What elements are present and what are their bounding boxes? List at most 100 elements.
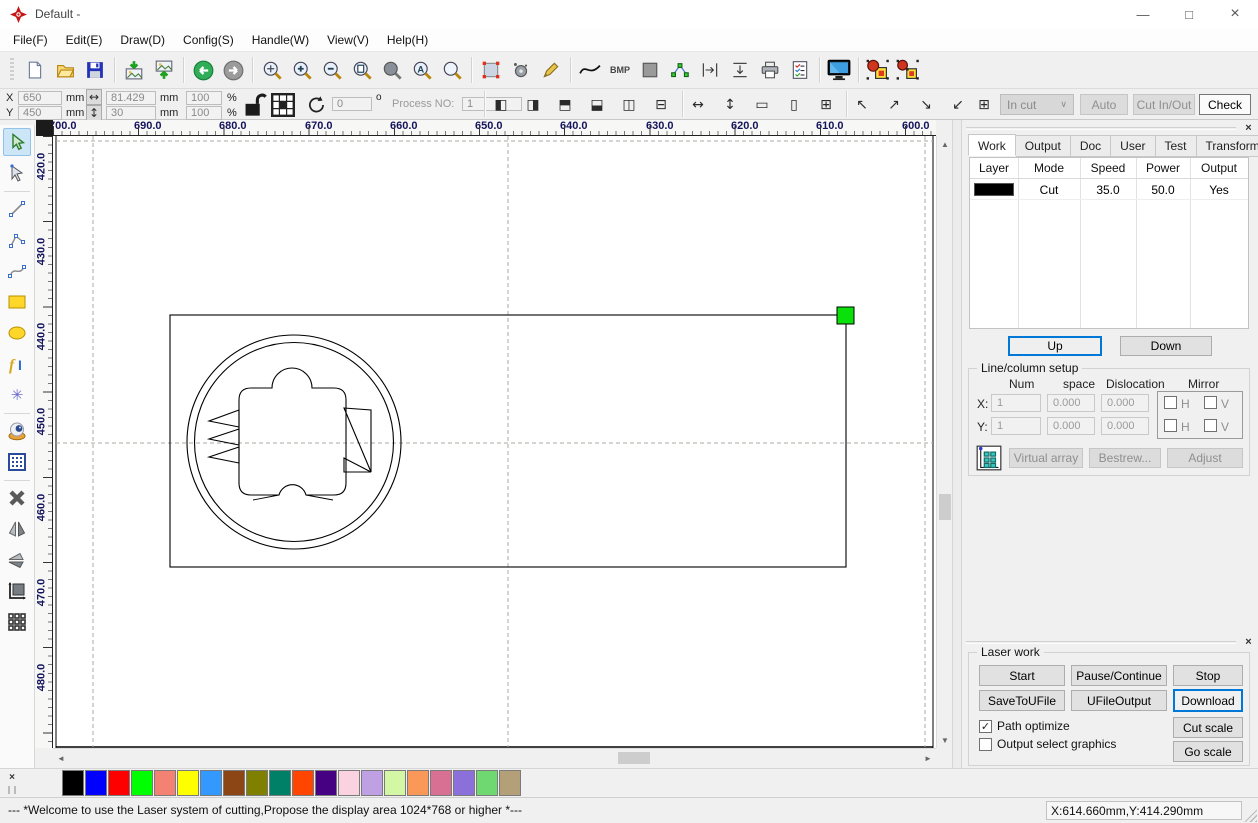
bmp-tool-button[interactable]: BMP — [605, 56, 635, 84]
swatch-black[interactable] — [62, 770, 84, 796]
swatch-red[interactable] — [108, 770, 130, 796]
tab-test[interactable]: Test — [1156, 135, 1197, 157]
array-y-num-field[interactable]: 1 — [991, 417, 1041, 435]
mirror-xh-checkbox[interactable] — [1164, 396, 1177, 409]
mirror-yv-checkbox[interactable] — [1204, 419, 1217, 432]
zoom-all-button[interactable] — [377, 56, 407, 84]
swatch-green[interactable] — [131, 770, 153, 796]
curve-smooth-button[interactable] — [575, 56, 605, 84]
swatch-light-green[interactable] — [476, 770, 498, 796]
menu-file[interactable]: File(F) — [4, 30, 57, 50]
align-top-icon[interactable]: ⬒ — [553, 93, 577, 117]
rotate-dot-button[interactable] — [506, 56, 536, 84]
minimize-button[interactable]: — — [1120, 0, 1166, 28]
close-button[interactable]: × — [1212, 0, 1258, 28]
adjust-button[interactable]: Adjust — [1167, 448, 1243, 468]
polyline-tool[interactable] — [3, 226, 31, 254]
line-tool[interactable] — [3, 195, 31, 223]
panel-grip[interactable] — [966, 127, 1236, 130]
zoom-text-button[interactable]: A — [407, 56, 437, 84]
array-x-space-field[interactable]: 0.000 — [1047, 394, 1095, 412]
rotate-field[interactable]: 0 — [332, 97, 372, 111]
same-size-icon[interactable]: ⊞ — [814, 93, 838, 117]
locate-bottom-left-icon[interactable]: ↙ — [946, 93, 970, 117]
array-preview-button[interactable] — [976, 445, 1002, 474]
redo-button[interactable] — [218, 56, 248, 84]
array-y-dislocation-field[interactable]: 0.000 — [1101, 417, 1149, 435]
pause-continue-button[interactable]: Pause/Continue — [1071, 665, 1167, 686]
menu-help[interactable]: Help(H) — [378, 30, 437, 50]
same-width-icon[interactable]: ↔ — [686, 93, 710, 117]
zoom-select-button[interactable] — [437, 56, 467, 84]
path-optimize-row[interactable]: ✓ Path optimize — [979, 719, 1070, 733]
tab-work[interactable]: Work — [968, 134, 1016, 156]
swatch-orange[interactable] — [407, 770, 429, 796]
layer-up-button[interactable]: Up — [1008, 336, 1102, 356]
swatch-orange-red[interactable] — [292, 770, 314, 796]
menu-edit[interactable]: Edit(E) — [57, 30, 112, 50]
mirror-vertical-tool[interactable] — [3, 546, 31, 574]
zoom-in-button[interactable] — [287, 56, 317, 84]
output-select-row[interactable]: Output select graphics — [979, 737, 1116, 751]
grid-fill-tool[interactable] — [3, 448, 31, 476]
scale-y-field[interactable]: 100 — [186, 106, 222, 120]
stop-button[interactable]: Stop — [1173, 665, 1243, 686]
virtual-array-button[interactable]: Virtual array — [1009, 448, 1083, 468]
swatch-med-purple[interactable] — [453, 770, 475, 796]
capture-tool[interactable] — [3, 417, 31, 445]
preview-monitor-button[interactable] — [824, 56, 854, 84]
align-bottom-icon[interactable]: ⬓ — [585, 93, 609, 117]
layer-down-button[interactable]: Down — [1120, 336, 1212, 356]
datum-tool[interactable] — [3, 577, 31, 605]
lock-ratio-icon[interactable] — [243, 92, 267, 121]
y-pos-field[interactable]: 450 — [18, 106, 62, 120]
swatch-salmon[interactable] — [154, 770, 176, 796]
tab-doc[interactable]: Doc — [1071, 135, 1111, 157]
laser-panel-close-icon[interactable]: × — [1242, 635, 1255, 648]
swatch-light-pink[interactable] — [338, 770, 360, 796]
panel-grip[interactable] — [966, 641, 1236, 644]
check-button[interactable]: Check — [1199, 94, 1251, 115]
swatch-olive[interactable] — [246, 770, 268, 796]
scroll-down-icon[interactable]: ▼ — [937, 732, 953, 748]
start-button[interactable]: Start — [979, 665, 1065, 686]
scroll-up-icon[interactable]: ▲ — [937, 136, 953, 152]
go-scale-button[interactable]: Go scale — [1173, 741, 1243, 762]
text-tool[interactable]: fI — [3, 350, 31, 378]
anchor-grid-icon[interactable] — [271, 93, 295, 120]
swatch-dodger-blue[interactable] — [200, 770, 222, 796]
fill-square-button[interactable] — [635, 56, 665, 84]
swatch-pale-green[interactable] — [384, 770, 406, 796]
height-field[interactable]: 30 — [106, 106, 156, 120]
tab-output[interactable]: Output — [1016, 135, 1071, 157]
resize-grip[interactable] — [1244, 809, 1257, 822]
swatch-tan[interactable] — [499, 770, 521, 796]
swatch-pale-violet[interactable] — [430, 770, 452, 796]
open-file-button[interactable] — [50, 56, 80, 84]
edit-pen-button[interactable] — [536, 56, 566, 84]
locate-center-icon[interactable]: ⊞ — [972, 93, 996, 117]
menu-draw[interactable]: Draw(D) — [111, 30, 174, 50]
ufile-output-button[interactable]: UFileOutput — [1071, 690, 1167, 711]
scale-x-field[interactable]: 100 — [186, 91, 222, 105]
panel-splitter[interactable] — [952, 120, 962, 768]
mirror-yh-checkbox[interactable] — [1164, 419, 1177, 432]
ellipse-tool[interactable] — [3, 319, 31, 347]
swatch-light-purple[interactable] — [361, 770, 383, 796]
align-left-icon[interactable]: ◧ — [489, 93, 513, 117]
layer-row[interactable]: Cut 35.0 50.0 Yes — [970, 180, 1248, 200]
horizontal-scrollbar[interactable]: ◄ ► — [53, 748, 936, 766]
panel-close-icon[interactable]: × — [1242, 121, 1255, 134]
download-button[interactable]: Download — [1173, 689, 1243, 712]
menu-handle[interactable]: Handle(W) — [243, 30, 318, 50]
scroll-left-icon[interactable]: ◄ — [53, 750, 69, 766]
select-tool[interactable] — [3, 128, 31, 156]
h-spacing-button[interactable] — [695, 56, 725, 84]
v-spacing-button[interactable] — [725, 56, 755, 84]
swatch-blue[interactable] — [85, 770, 107, 796]
x-pos-field[interactable]: 650 — [18, 91, 62, 105]
locate-top-right-icon[interactable]: ↗ — [882, 93, 906, 117]
array-tool[interactable] — [3, 608, 31, 636]
work-canvas[interactable] — [53, 136, 936, 748]
output-select-checkbox[interactable] — [979, 738, 992, 751]
